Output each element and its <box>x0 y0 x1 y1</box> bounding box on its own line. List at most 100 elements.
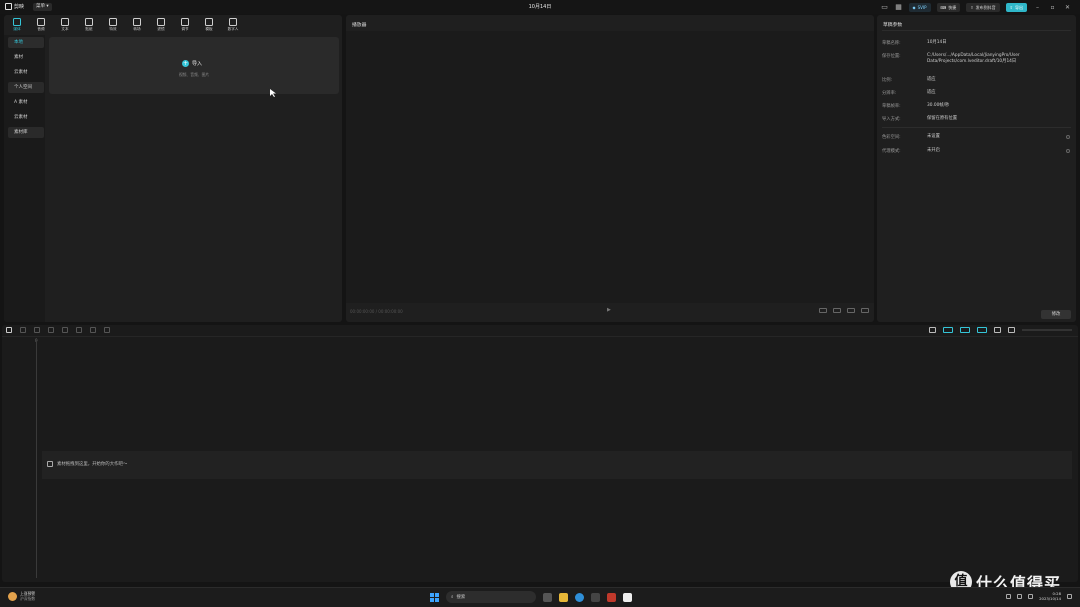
media-nav-item[interactable]: 云素材 <box>8 67 44 78</box>
tool-media[interactable]: 媒体 <box>7 16 27 34</box>
export-icon: ⇧ <box>1009 4 1013 10</box>
crop-icon[interactable] <box>104 327 110 333</box>
split-right-icon[interactable] <box>76 327 82 333</box>
tray-chevron-icon[interactable] <box>1006 593 1012 599</box>
grid-icon[interactable]: ▦ <box>895 3 903 11</box>
weather-widget[interactable]: 上涨预警 沪深指数 <box>8 591 35 601</box>
aspect-icon[interactable] <box>847 308 855 313</box>
timeline-panel: 0 素材拖拽到这里，开始你的大作吧～ <box>2 325 1078 582</box>
app-icon[interactable] <box>591 592 600 602</box>
close-icon[interactable]: ✕ <box>1063 4 1072 11</box>
preview-screen[interactable] <box>346 31 874 303</box>
tool-text[interactable]: 文本 <box>55 16 75 34</box>
playhead[interactable] <box>36 340 37 578</box>
fit-timeline-icon[interactable] <box>1008 327 1015 333</box>
redo-icon[interactable] <box>34 327 40 333</box>
volume-icon[interactable] <box>1028 593 1034 599</box>
tool-transition[interactable]: 转场 <box>127 16 147 34</box>
template-icon <box>205 18 213 26</box>
expand-icon[interactable] <box>861 308 869 313</box>
timecode: 00:00:00:00 / 00:00:00:00 <box>350 309 403 314</box>
tool-template[interactable]: 模板 <box>199 16 219 34</box>
main-track-link-icon[interactable] <box>943 327 953 333</box>
layout-icon[interactable]: ▭ <box>881 3 889 11</box>
zoom-slider[interactable] <box>1022 329 1072 331</box>
fullscreen-icon[interactable] <box>833 308 841 313</box>
windows-start-icon[interactable] <box>430 592 439 602</box>
diamond-icon: ◆ <box>912 4 916 10</box>
tool-adjust[interactable]: 调节 <box>175 16 195 34</box>
import-label: 导入 <box>192 61 203 67</box>
linkage-icon[interactable] <box>977 327 987 333</box>
menu-button[interactable]: 菜单 ▾ <box>33 3 52 11</box>
undo-icon[interactable] <box>20 327 26 333</box>
notification-icon[interactable] <box>1067 593 1072 599</box>
plus-icon: + <box>182 60 189 67</box>
search-icon: ⌕ <box>451 595 454 600</box>
edit-button[interactable]: 修改 <box>1041 310 1071 319</box>
minimize-icon[interactable]: – <box>1033 4 1042 11</box>
track-hint-text: 素材拖拽到这里，开始你的大作吧～ <box>57 462 128 467</box>
edge-icon[interactable] <box>575 592 584 602</box>
media-nav-item[interactable]: A 素材 <box>8 97 44 108</box>
app-name: 剪映 <box>14 4 25 10</box>
tool-filter[interactable]: 滤镜 <box>151 16 171 34</box>
detail-row: 草稿帧率: 30.00帧/秒 <box>882 103 950 109</box>
jianying-taskbar-icon[interactable] <box>623 592 632 602</box>
jianying-logo-icon <box>5 3 12 10</box>
keyboard-icon: ⌨ <box>940 4 947 10</box>
task-view-icon[interactable] <box>543 592 552 602</box>
adjust-icon <box>181 18 189 26</box>
tool-avatar[interactable]: 数字人 <box>223 16 243 34</box>
upload-icon: ⇪ <box>970 4 974 10</box>
detail-row: 代理模式: 未开启 <box>882 148 940 154</box>
tool-audio[interactable]: 音频 <box>31 16 51 34</box>
tool-effects[interactable]: 特效 <box>103 16 123 34</box>
import-dropzone[interactable]: + 导入 视频、音频、图片 <box>49 37 339 97</box>
export-button[interactable]: ⇧ 导出 <box>1005 2 1027 12</box>
select-tool-icon[interactable] <box>6 327 12 333</box>
app-icon-2[interactable] <box>607 592 616 602</box>
network-icon[interactable] <box>1017 593 1023 599</box>
help-icon[interactable] <box>1066 135 1070 139</box>
split-left-icon[interactable] <box>62 327 68 333</box>
play-icon[interactable]: ▶ <box>607 308 612 313</box>
timeline-toolbar <box>2 325 1078 337</box>
vip-button[interactable]: ◆ SVIP <box>908 2 931 12</box>
microphone-icon[interactable] <box>929 327 936 333</box>
auto-snap-icon[interactable] <box>960 327 970 333</box>
delete-icon[interactable] <box>90 327 96 333</box>
detail-row: 保存位置: C:/Users/.../AppData/Local/Jianying… <box>882 53 1020 64</box>
track-hint: 素材拖拽到这里，开始你的大作吧～ <box>47 461 127 467</box>
main-track[interactable] <box>42 451 1072 479</box>
taskbar-search[interactable]: ⌕ 搜索 <box>446 591 536 603</box>
clock[interactable]: 0:28 2023/10/14 <box>1039 591 1061 601</box>
tool-sticker[interactable]: 贴纸 <box>79 16 99 34</box>
help-icon[interactable] <box>1066 149 1070 153</box>
split-icon[interactable] <box>48 327 54 333</box>
weather-subtitle: 沪深指数 <box>20 596 36 601</box>
media-nav-item[interactable]: 素材 <box>8 52 44 63</box>
import-button[interactable]: + 导入 <box>182 60 202 67</box>
shortcut-button[interactable]: ⌨ 快捷 <box>936 2 961 12</box>
weather-icon <box>8 591 17 601</box>
media-nav-item[interactable]: 本地 <box>8 37 44 48</box>
file-explorer-icon[interactable] <box>559 592 568 602</box>
media-toolbar: 媒体 音频 文本 贴纸 特效 转场 滤镜 调节 模板 数字人 <box>7 16 243 34</box>
media-nav-item[interactable]: 个人空间 <box>8 82 44 93</box>
ratio-icon[interactable] <box>819 308 827 313</box>
sticker-icon <box>85 18 93 26</box>
maximize-icon[interactable]: ▫ <box>1048 4 1057 11</box>
detail-row: 比例: 适应 <box>882 77 936 83</box>
detail-row: 色彩空间: 未设置 <box>882 134 940 140</box>
divider <box>882 30 1071 31</box>
audio-icon <box>37 18 45 26</box>
media-nav-item[interactable]: 云素材 <box>8 112 44 123</box>
preview-axis-icon[interactable] <box>994 327 1001 333</box>
media-panel: 媒体 音频 文本 贴纸 特效 转场 滤镜 调节 模板 数字人 本地 素材 云素材 个人空间 A 素材 云素材… <box>4 15 342 322</box>
draft-details-panel: 草稿参数 草稿名称: 10月14日 保存位置: C:/Users/.../AppDat… <box>877 15 1076 322</box>
media-nav-item[interactable]: 素材库 <box>8 127 44 138</box>
windows-taskbar: 上涨预警 沪深指数 ⌕ 搜索 0:28 2023/10/14 <box>0 587 1080 607</box>
player-panel: 播放器 00:00:00:00 / 00:00:00:00 ▶ <box>346 15 874 322</box>
publish-button[interactable]: ⇪ 发布到抖音 <box>966 2 1000 12</box>
